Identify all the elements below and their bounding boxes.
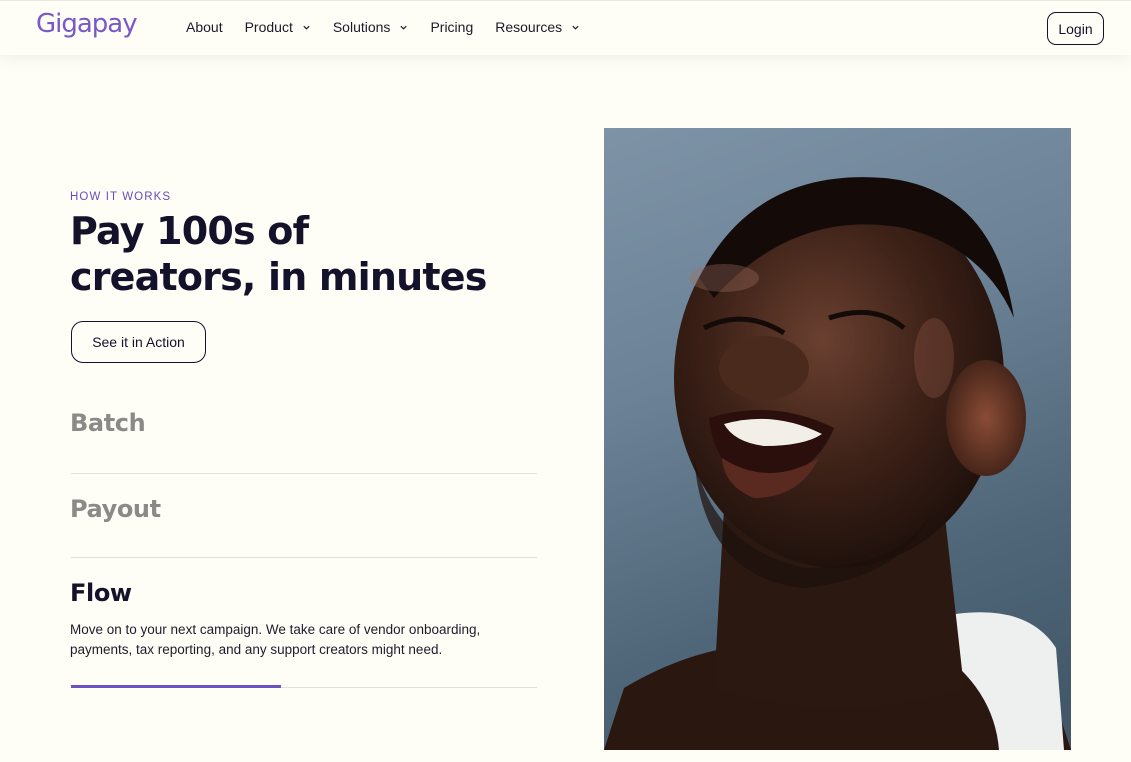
chevron-down-icon — [572, 25, 579, 30]
portrait-illustration — [604, 177, 1071, 750]
step-divider — [71, 473, 537, 474]
main-menu: About Product Solutions Pricing Resource… — [186, 19, 602, 35]
nav-item-label: Product — [244, 19, 293, 35]
chevron-down-icon — [400, 25, 408, 30]
nav-item-label: Pricing — [430, 19, 474, 35]
section-eyebrow: HOW IT WORKS — [70, 191, 172, 203]
top-navigation: Gigapay About Product Solutions Pricing … — [0, 0, 1131, 55]
step-payout[interactable]: Payout — [70, 495, 161, 523]
nav-item-product[interactable]: Product — [245, 19, 311, 35]
step-divider — [71, 557, 537, 558]
chevron-down-icon — [303, 25, 310, 30]
nav-item-solutions[interactable]: Solutions — [333, 19, 409, 35]
nav-item-resources[interactable]: Resources — [495, 19, 580, 35]
hero-headline: Pay 100s of creators, in minutes — [70, 208, 550, 300]
portrait-photo — [604, 128, 1071, 750]
headline-line-1: Pay 100s of — [70, 209, 309, 253]
see-it-in-action-button[interactable]: See it in Action — [71, 321, 206, 363]
nav-item-label: About — [186, 19, 223, 35]
login-button[interactable]: Login — [1047, 12, 1104, 45]
nav-item-about[interactable]: About — [186, 19, 223, 35]
nav-item-label: Solutions — [332, 19, 391, 35]
step-progress-fill — [71, 685, 281, 688]
step-batch[interactable]: Batch — [70, 409, 146, 437]
headline-line-2: creators, in minutes — [70, 255, 487, 299]
step-description: Move on to your next campaign. We take c… — [70, 622, 481, 657]
nav-item-pricing[interactable]: Pricing — [430, 19, 473, 35]
step-flow[interactable]: Flow — [70, 579, 132, 607]
nav-item-label: Resources — [495, 19, 563, 35]
gigapay-logo[interactable]: Gigapay — [36, 9, 138, 39]
